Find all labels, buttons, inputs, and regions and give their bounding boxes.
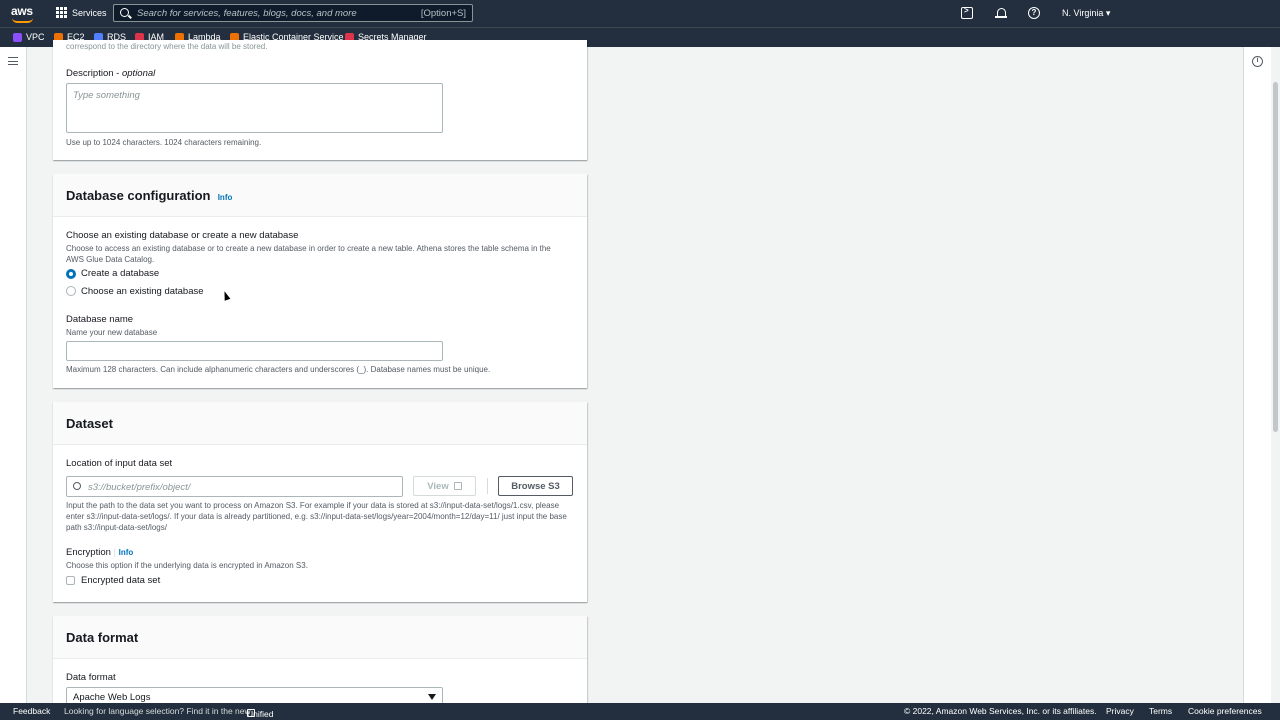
terms-link[interactable]: Terms [1149, 706, 1172, 716]
description-placeholder: Type something [73, 90, 140, 101]
top-navigation: aws Services Search for services, featur… [0, 0, 1280, 27]
location-description: Input the path to the data set you want … [66, 501, 567, 532]
external-link-icon [453, 482, 462, 490]
aws-logo[interactable]: aws [11, 4, 35, 24]
database-panel-title: Database configuration Info [66, 188, 232, 203]
search-icon [73, 482, 81, 490]
language-note: Looking for language selection? Find it … [64, 706, 251, 716]
encryption-info-link[interactable]: Info [119, 548, 134, 557]
cloudshell-icon[interactable] [961, 6, 973, 19]
database-panel-header: Database configuration Info [53, 174, 587, 217]
cookie-preferences-link[interactable]: Cookie preferences [1188, 706, 1262, 716]
choose-database-description: Choose to access an existing database or… [66, 244, 551, 264]
database-info-link[interactable]: Info [218, 193, 233, 202]
browse-s3-label: Browse S3 [511, 480, 560, 492]
copyright: © 2022, Amazon Web Services, Inc. or its… [904, 706, 1097, 716]
location-input[interactable]: s3://bucket/prefix/object/ [66, 476, 403, 497]
aws-logo-text: aws [11, 4, 33, 18]
choose-database-label: Choose an existing database or create a … [66, 230, 299, 241]
database-name-description: Name your new database [66, 328, 158, 337]
encrypted-data-set-checkbox[interactable] [66, 576, 75, 585]
data-format-value: Apache Web Logs [73, 692, 151, 703]
location-label: Location of input data set [66, 458, 173, 469]
view-button[interactable]: View [413, 476, 476, 496]
left-navigation-rail [0, 47, 27, 703]
scrollbar[interactable] [1271, 47, 1280, 703]
search-shortcut: [Option+S] [420, 8, 466, 19]
privacy-link[interactable]: Privacy [1106, 706, 1134, 716]
region-selector[interactable]: N. Virginia ▾ [1062, 8, 1110, 19]
existing-database-label[interactable]: Choose an existing database [81, 286, 204, 297]
cut-off-text: correspond to the directory where the da… [66, 42, 268, 51]
database-name-input[interactable] [66, 341, 443, 361]
search-icon [120, 8, 129, 17]
database-title-text: Database configuration [66, 188, 211, 203]
feedback-link[interactable]: Feedback [13, 706, 50, 716]
browse-s3-button[interactable]: Browse S3 [498, 476, 573, 496]
info-icon[interactable]: i [1252, 56, 1263, 67]
description-hint: Use up to 1024 characters. 1024 characte… [66, 138, 262, 147]
grid-icon [56, 7, 67, 18]
caret-down-icon [428, 694, 436, 700]
encryption-label-text: Encryption [66, 547, 111, 558]
create-database-radio[interactable] [66, 269, 76, 279]
existing-database-radio[interactable] [66, 286, 76, 296]
location-placeholder: s3://bucket/prefix/object/ [88, 482, 191, 493]
search-placeholder: Search for services, features, blogs, do… [137, 8, 357, 19]
footer: Feedback Looking for language selection?… [0, 703, 1280, 720]
external-link-icon [247, 709, 255, 717]
services-menu-button[interactable]: Services [56, 7, 107, 18]
optional-label: optional [121, 68, 156, 79]
encrypted-data-set-label[interactable]: Encrypted data set [81, 575, 160, 586]
menu-icon[interactable] [8, 57, 18, 65]
create-database-label[interactable]: Create a database [81, 268, 159, 279]
button-divider [487, 478, 488, 494]
view-button-label: View [427, 480, 449, 492]
description-label: Description - optional [66, 68, 156, 79]
database-configuration-panel: Database configuration Info Choose an ex… [53, 174, 587, 388]
services-label: Services [72, 7, 107, 18]
scrollbar-thumb[interactable] [1273, 82, 1278, 432]
favorite-vpc[interactable]: VPC [13, 32, 45, 42]
description-label-text: Description [66, 68, 114, 79]
dataset-panel-header: Dataset [53, 402, 587, 445]
dataset-panel: Dataset Location of input data set s3://… [53, 402, 587, 602]
data-format-panel: Data format Data format Apache Web Logs [53, 616, 587, 707]
data-format-panel-header: Data format [53, 616, 587, 659]
description-textarea[interactable]: Type something [66, 83, 443, 133]
database-name-hint: Maximum 128 characters. Can include alph… [66, 365, 491, 374]
data-format-label: Data format [66, 672, 116, 683]
database-name-label: Database name [66, 314, 134, 325]
favorite-label: VPC [26, 32, 45, 42]
table-details-panel: correspond to the directory where the da… [53, 40, 587, 160]
vpc-icon [13, 32, 22, 42]
dataset-panel-title: Dataset [66, 416, 113, 431]
encryption-description: Choose this option if the underlying dat… [66, 561, 308, 570]
notifications-bell-icon[interactable] [995, 7, 1007, 19]
encryption-label: Encryption | Info [66, 547, 134, 558]
help-icon[interactable]: ? [1028, 7, 1040, 19]
data-format-panel-title: Data format [66, 630, 139, 645]
search-input[interactable]: Search for services, features, blogs, do… [113, 4, 473, 22]
right-tools-rail: i [1243, 47, 1271, 703]
